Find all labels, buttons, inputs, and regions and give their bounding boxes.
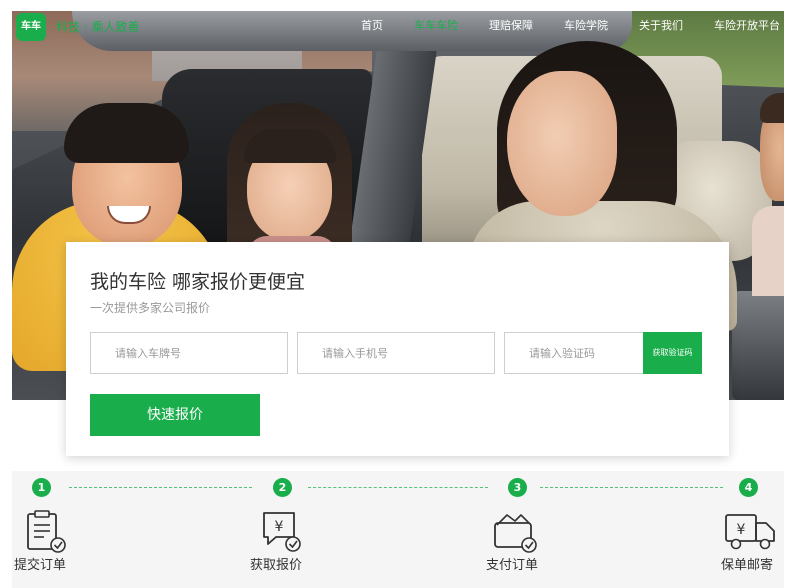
nav-academy[interactable]: 车险学院 <box>564 18 608 34</box>
delivery-truck-icon: ¥ <box>725 514 775 550</box>
step-number: 1 <box>32 478 51 497</box>
verification-code-input[interactable] <box>504 332 644 374</box>
step-number: 2 <box>273 478 292 497</box>
man-shirt <box>752 206 784 296</box>
woman-face <box>507 71 617 216</box>
order-form-icon <box>27 510 66 553</box>
step-connector <box>308 487 488 488</box>
slogan: 科技 · 乘人致善 <box>56 20 140 34</box>
nav-home[interactable]: 首页 <box>361 18 383 34</box>
svg-text:¥: ¥ <box>275 519 284 535</box>
nav-about[interactable]: 关于我们 <box>639 18 683 34</box>
nav-car-insurance[interactable]: 车车车险 <box>414 18 458 34</box>
main-nav: 首页 车车车险 理赔保障 车险学院 关于我们 车险开放平台 <box>330 18 780 34</box>
step-number: 3 <box>508 478 527 497</box>
quote-subtitle: 一次提供多家公司报价 <box>90 301 211 315</box>
plate-number-input[interactable] <box>90 332 288 374</box>
quick-quote-button[interactable]: 快速报价 <box>90 394 260 436</box>
step-connector <box>69 487 252 488</box>
step-number: 4 <box>739 478 758 497</box>
step-connector <box>540 487 723 488</box>
logo[interactable]: 车车 <box>16 13 46 41</box>
get-verification-code-button[interactable]: 获取验证码 <box>643 332 702 374</box>
step-label: 获取报价 <box>250 558 303 573</box>
girl-bangs <box>244 129 336 163</box>
step-label: 保单邮寄 <box>721 558 774 573</box>
quote-title: 我的车险 哪家报价更便宜 <box>90 271 306 293</box>
step-label: 支付订单 <box>486 558 539 573</box>
wallet-icon <box>494 514 537 553</box>
nav-open-platform[interactable]: 车险开放平台 <box>714 18 780 34</box>
price-quote-icon: ¥ <box>263 512 301 552</box>
process-steps: 1 提交订单 2 ¥ 获取报价 3 支付订单 4 ¥ 保单邮寄 <box>12 471 784 588</box>
boy-hair <box>64 103 189 163</box>
step-label: 提交订单 <box>14 558 67 573</box>
svg-text:¥: ¥ <box>737 522 746 538</box>
top-navigation-bar: 车车 科技 · 乘人致善 首页 车车车险 理赔保障 车险学院 关于我们 车险开放… <box>12 11 784 43</box>
logo-text: 车车 <box>21 21 41 32</box>
nav-claims[interactable]: 理赔保障 <box>489 18 533 34</box>
car-mirror <box>732 291 784 400</box>
phone-number-input[interactable] <box>297 332 495 374</box>
quote-card: 我的车险 哪家报价更便宜 一次提供多家公司报价 获取验证码 快速报价 <box>66 242 729 456</box>
